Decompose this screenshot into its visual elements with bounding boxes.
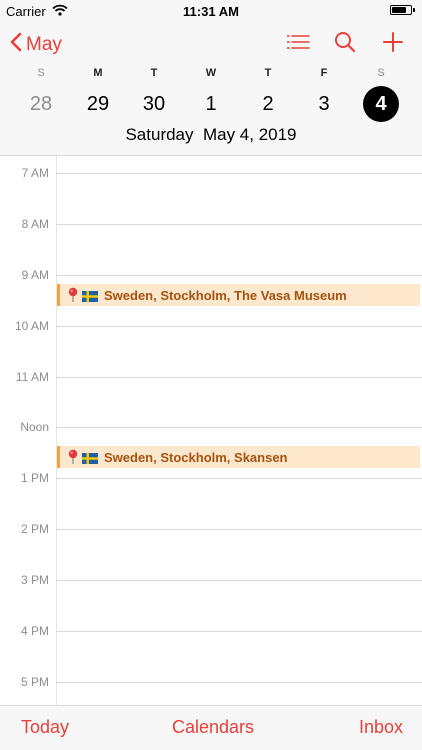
- weekday-label: T: [264, 67, 272, 79]
- hour-line: [56, 326, 422, 327]
- event-title: Sweden, Stockholm, The Vasa Museum: [104, 287, 347, 303]
- hour-label: Noon: [20, 420, 49, 434]
- hour-line: [56, 631, 422, 632]
- back-label: May: [26, 34, 62, 55]
- chevron-left-icon: [10, 32, 26, 58]
- weekday-label: F: [320, 67, 328, 79]
- calendar-header: May S M T W T F S 28 29 30 1 2 3 4 Satur…: [0, 22, 422, 156]
- hour-line: [56, 478, 422, 479]
- bottom-toolbar: Today Calendars Inbox: [0, 705, 422, 750]
- hour-line: [56, 682, 422, 683]
- sweden-flag-icon: [82, 290, 98, 302]
- weekday-label: S: [377, 67, 385, 79]
- status-bar: Carrier 11:31 AM: [0, 0, 422, 22]
- hour-label: 4 PM: [20, 624, 49, 638]
- plus-icon[interactable]: [382, 31, 404, 58]
- weekday-label: W: [205, 67, 217, 79]
- day-cell[interactable]: 1: [183, 86, 239, 122]
- hour-line: [56, 580, 422, 581]
- clock: 11:31 AM: [183, 4, 239, 19]
- date-strip: 28 29 30 1 2 3 4: [0, 86, 422, 124]
- timeline-divider: [56, 156, 57, 705]
- hour-label: 2 PM: [20, 522, 49, 536]
- inbox-button[interactable]: Inbox: [359, 717, 403, 738]
- search-icon[interactable]: [334, 31, 356, 58]
- event-block[interactable]: Sweden, Stockholm, Skansen: [57, 446, 420, 468]
- hour-line: [56, 377, 422, 378]
- weekday-label: M: [93, 67, 103, 79]
- list-icon[interactable]: [286, 31, 310, 58]
- hour-label: 9 AM: [21, 268, 49, 282]
- hour-line: [56, 529, 422, 530]
- hour-label: 5 PM: [20, 675, 49, 689]
- selected-day-cell[interactable]: 4: [363, 86, 399, 122]
- day-cell[interactable]: 29: [70, 86, 126, 122]
- hour-label: 1 PM: [20, 471, 49, 485]
- event-block[interactable]: Sweden, Stockholm, The Vasa Museum: [57, 284, 420, 306]
- pin-icon: [66, 287, 80, 303]
- selected-date-title: Saturday May 4, 2019: [125, 125, 297, 144]
- day-timeline[interactable]: 7 AM 8 AM 9 AM 10 AM 11 AM Noon 1 PM 2 P…: [0, 156, 422, 705]
- hour-label: 7 AM: [21, 166, 49, 180]
- day-cell[interactable]: 2: [240, 86, 296, 122]
- day-cell[interactable]: 30: [126, 86, 182, 122]
- day-cell[interactable]: 3: [296, 86, 352, 122]
- hour-line: [56, 224, 422, 225]
- sweden-flag-icon: [82, 452, 98, 464]
- weekday-label: S: [37, 67, 45, 79]
- hour-line: [56, 427, 422, 428]
- today-button[interactable]: Today: [21, 717, 69, 738]
- event-title: Sweden, Stockholm, Skansen: [104, 449, 288, 465]
- day-cell[interactable]: 28: [13, 86, 69, 122]
- battery-icon: [390, 5, 415, 15]
- weekday-label: T: [150, 67, 158, 79]
- weekday-row: S M T W T F S: [0, 67, 422, 81]
- hour-line: [56, 173, 422, 174]
- hour-label: 10 AM: [14, 319, 49, 333]
- hour-label: 11 AM: [15, 370, 49, 384]
- hour-line: [56, 275, 422, 276]
- pin-icon: [66, 449, 80, 465]
- hour-label: 8 AM: [21, 217, 49, 231]
- hour-label: 3 PM: [20, 573, 49, 587]
- back-to-month-button[interactable]: May: [10, 32, 62, 58]
- calendars-button[interactable]: Calendars: [172, 717, 254, 738]
